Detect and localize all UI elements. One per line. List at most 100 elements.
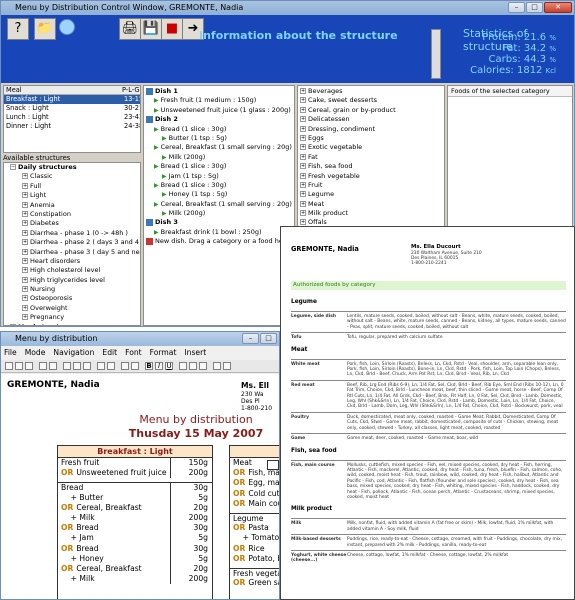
print-button[interactable]: 🖨	[119, 18, 141, 40]
list-icon[interactable]	[213, 362, 221, 370]
close-button[interactable]: ✕	[544, 2, 572, 13]
new-icon[interactable]	[5, 362, 13, 370]
redo-icon[interactable]	[107, 362, 115, 370]
structure-item[interactable]: + Heart disorders	[6, 257, 140, 266]
expand-icon[interactable]: +	[22, 267, 28, 274]
undo-icon[interactable]	[97, 362, 105, 370]
menu-item[interactable]: Format	[150, 347, 177, 359]
expand-icon[interactable]: +	[300, 172, 306, 179]
menu-item[interactable]: Edit	[102, 347, 117, 359]
expand-icon[interactable]: +	[300, 181, 306, 188]
dish-node[interactable]: Dish 2	[146, 115, 292, 124]
dish-food-item[interactable]: ▶ Bread (1 slice : 30g)	[146, 125, 292, 134]
expand-icon[interactable]: +	[300, 134, 306, 141]
cut-icon[interactable]	[63, 362, 71, 370]
dish-food-item[interactable]: ▶ Milk (200g)	[146, 209, 292, 218]
structure-item[interactable]: + Diarrhea - phase 3 ( day 5 and next )	[6, 248, 140, 257]
structure-item[interactable]: + Diabetes	[6, 219, 140, 228]
preview-icon[interactable]	[49, 362, 57, 370]
dish-node[interactable]: Dish 3	[146, 218, 292, 227]
print-icon[interactable]	[39, 362, 47, 370]
expand-icon[interactable]: +	[22, 276, 28, 283]
expand-icon[interactable]: +	[300, 200, 306, 207]
category-item[interactable]: + Exotic vegetable	[300, 143, 442, 152]
minimize-button[interactable]: –	[242, 333, 259, 344]
structure-item[interactable]: + Diarrhea - phase 1 (0 -> 48h )	[6, 229, 140, 238]
expand-icon[interactable]: +	[300, 144, 306, 151]
expand-icon[interactable]: +	[22, 295, 28, 302]
structure-item[interactable]: + Anemia	[6, 201, 140, 210]
zoom-icon[interactable]	[131, 362, 139, 370]
delete-button[interactable]: ■	[161, 18, 183, 40]
category-item[interactable]: + Cereal, grain or by-product	[300, 106, 442, 115]
meal-row[interactable]: Breakfast : Light 13-15-7	[4, 95, 140, 104]
dish-food-item[interactable]: ▶ Bread (1 slice : 30g)	[146, 181, 292, 190]
category-item[interactable]: + Fresh vegetable	[300, 172, 442, 181]
menu-item[interactable]: File	[4, 347, 17, 359]
help-button[interactable]: ?	[7, 18, 29, 40]
save-button[interactable]: 💾	[140, 18, 162, 40]
meal-row[interactable]: Dinner : Light 24-38-3	[4, 122, 140, 131]
meal-row[interactable]: Snack : Light 30-21-4	[4, 104, 140, 113]
dish-food-item[interactable]: ▶ Bread (1 slice : 30g)	[146, 162, 292, 171]
expand-icon[interactable]: +	[22, 220, 28, 227]
collapse-icon[interactable]: −	[10, 323, 16, 325]
expand-icon[interactable]: +	[22, 257, 28, 264]
category-item[interactable]: + Fat	[300, 153, 442, 162]
structure-item[interactable]: − Daily structures	[6, 163, 140, 172]
collapse-icon[interactable]: −	[10, 164, 16, 170]
expand-icon[interactable]: +	[300, 219, 306, 226]
expand-icon[interactable]: +	[300, 163, 306, 170]
align-right-icon[interactable]	[199, 362, 207, 370]
category-item[interactable]: + Fish, sea food	[300, 162, 442, 171]
structure-item[interactable]: + Overweight	[6, 304, 140, 313]
italic-icon[interactable]: I	[155, 362, 163, 370]
expand-icon[interactable]: +	[300, 97, 306, 104]
expand-icon[interactable]: +	[300, 116, 306, 123]
align-left-icon[interactable]	[179, 362, 187, 370]
structure-item[interactable]: + High triglycerides level	[6, 276, 140, 285]
paste-icon[interactable]	[83, 362, 91, 370]
expand-icon[interactable]: +	[22, 304, 28, 311]
menu-item[interactable]: Insert	[184, 347, 206, 359]
category-item[interactable]: + Eggs	[300, 134, 442, 143]
expand-icon[interactable]: +	[300, 153, 306, 160]
bold-icon[interactable]: B	[145, 362, 153, 370]
dish-food-item[interactable]: ▶ Milk (200g)	[146, 153, 292, 162]
minimize-button[interactable]: –	[508, 2, 525, 13]
expand-icon[interactable]: +	[300, 125, 306, 132]
dish-food-item[interactable]: ▶ Honey (1 tsp : 5g)	[146, 190, 292, 199]
expand-icon[interactable]: +	[22, 201, 28, 208]
meal-row[interactable]: Lunch : Light 23-43-3	[4, 113, 140, 122]
structure-item[interactable]: −Meal structures	[6, 323, 140, 325]
maximize-button[interactable]: □	[260, 333, 277, 344]
structure-item[interactable]: + Full	[6, 182, 140, 191]
expand-icon[interactable]: +	[22, 286, 28, 293]
underline-icon[interactable]: U	[165, 362, 173, 370]
category-item[interactable]: + Fruit	[300, 181, 442, 190]
expand-icon[interactable]: +	[22, 173, 28, 180]
structure-item[interactable]: + Constipation	[6, 210, 140, 219]
expand-icon[interactable]: +	[300, 210, 306, 217]
category-item[interactable]: + Delicatessen	[300, 115, 442, 124]
menu-item[interactable]: Mode	[25, 347, 46, 359]
indent-icon[interactable]	[223, 362, 231, 370]
structure-item[interactable]: + Diarrhea - phase 2 ( days 3 and 4 )	[6, 238, 140, 247]
category-item[interactable]: + Legume	[300, 190, 442, 199]
category-item[interactable]: + Dressing, condiment	[300, 125, 442, 134]
structure-item[interactable]: + High cholesterol level	[6, 266, 140, 275]
info-scrollbar[interactable]	[431, 29, 441, 79]
globe-button[interactable]	[59, 19, 75, 35]
expand-icon[interactable]: +	[22, 239, 28, 246]
expand-icon[interactable]: +	[22, 229, 28, 236]
expand-icon[interactable]: +	[22, 314, 28, 321]
category-item[interactable]: + Cake, sweet desserts	[300, 96, 442, 105]
maximize-button[interactable]: □	[526, 2, 543, 13]
menu-item[interactable]: Navigation	[53, 347, 94, 359]
dish-food-item[interactable]: ▶ Jam (1 tsp : 5g)	[146, 172, 292, 181]
menu-item[interactable]: Font	[125, 347, 142, 359]
save-icon[interactable]	[25, 362, 33, 370]
open-button[interactable]: 📁	[34, 18, 56, 40]
structure-item[interactable]: + Light	[6, 191, 140, 200]
category-item[interactable]: + Milk product	[300, 209, 442, 218]
